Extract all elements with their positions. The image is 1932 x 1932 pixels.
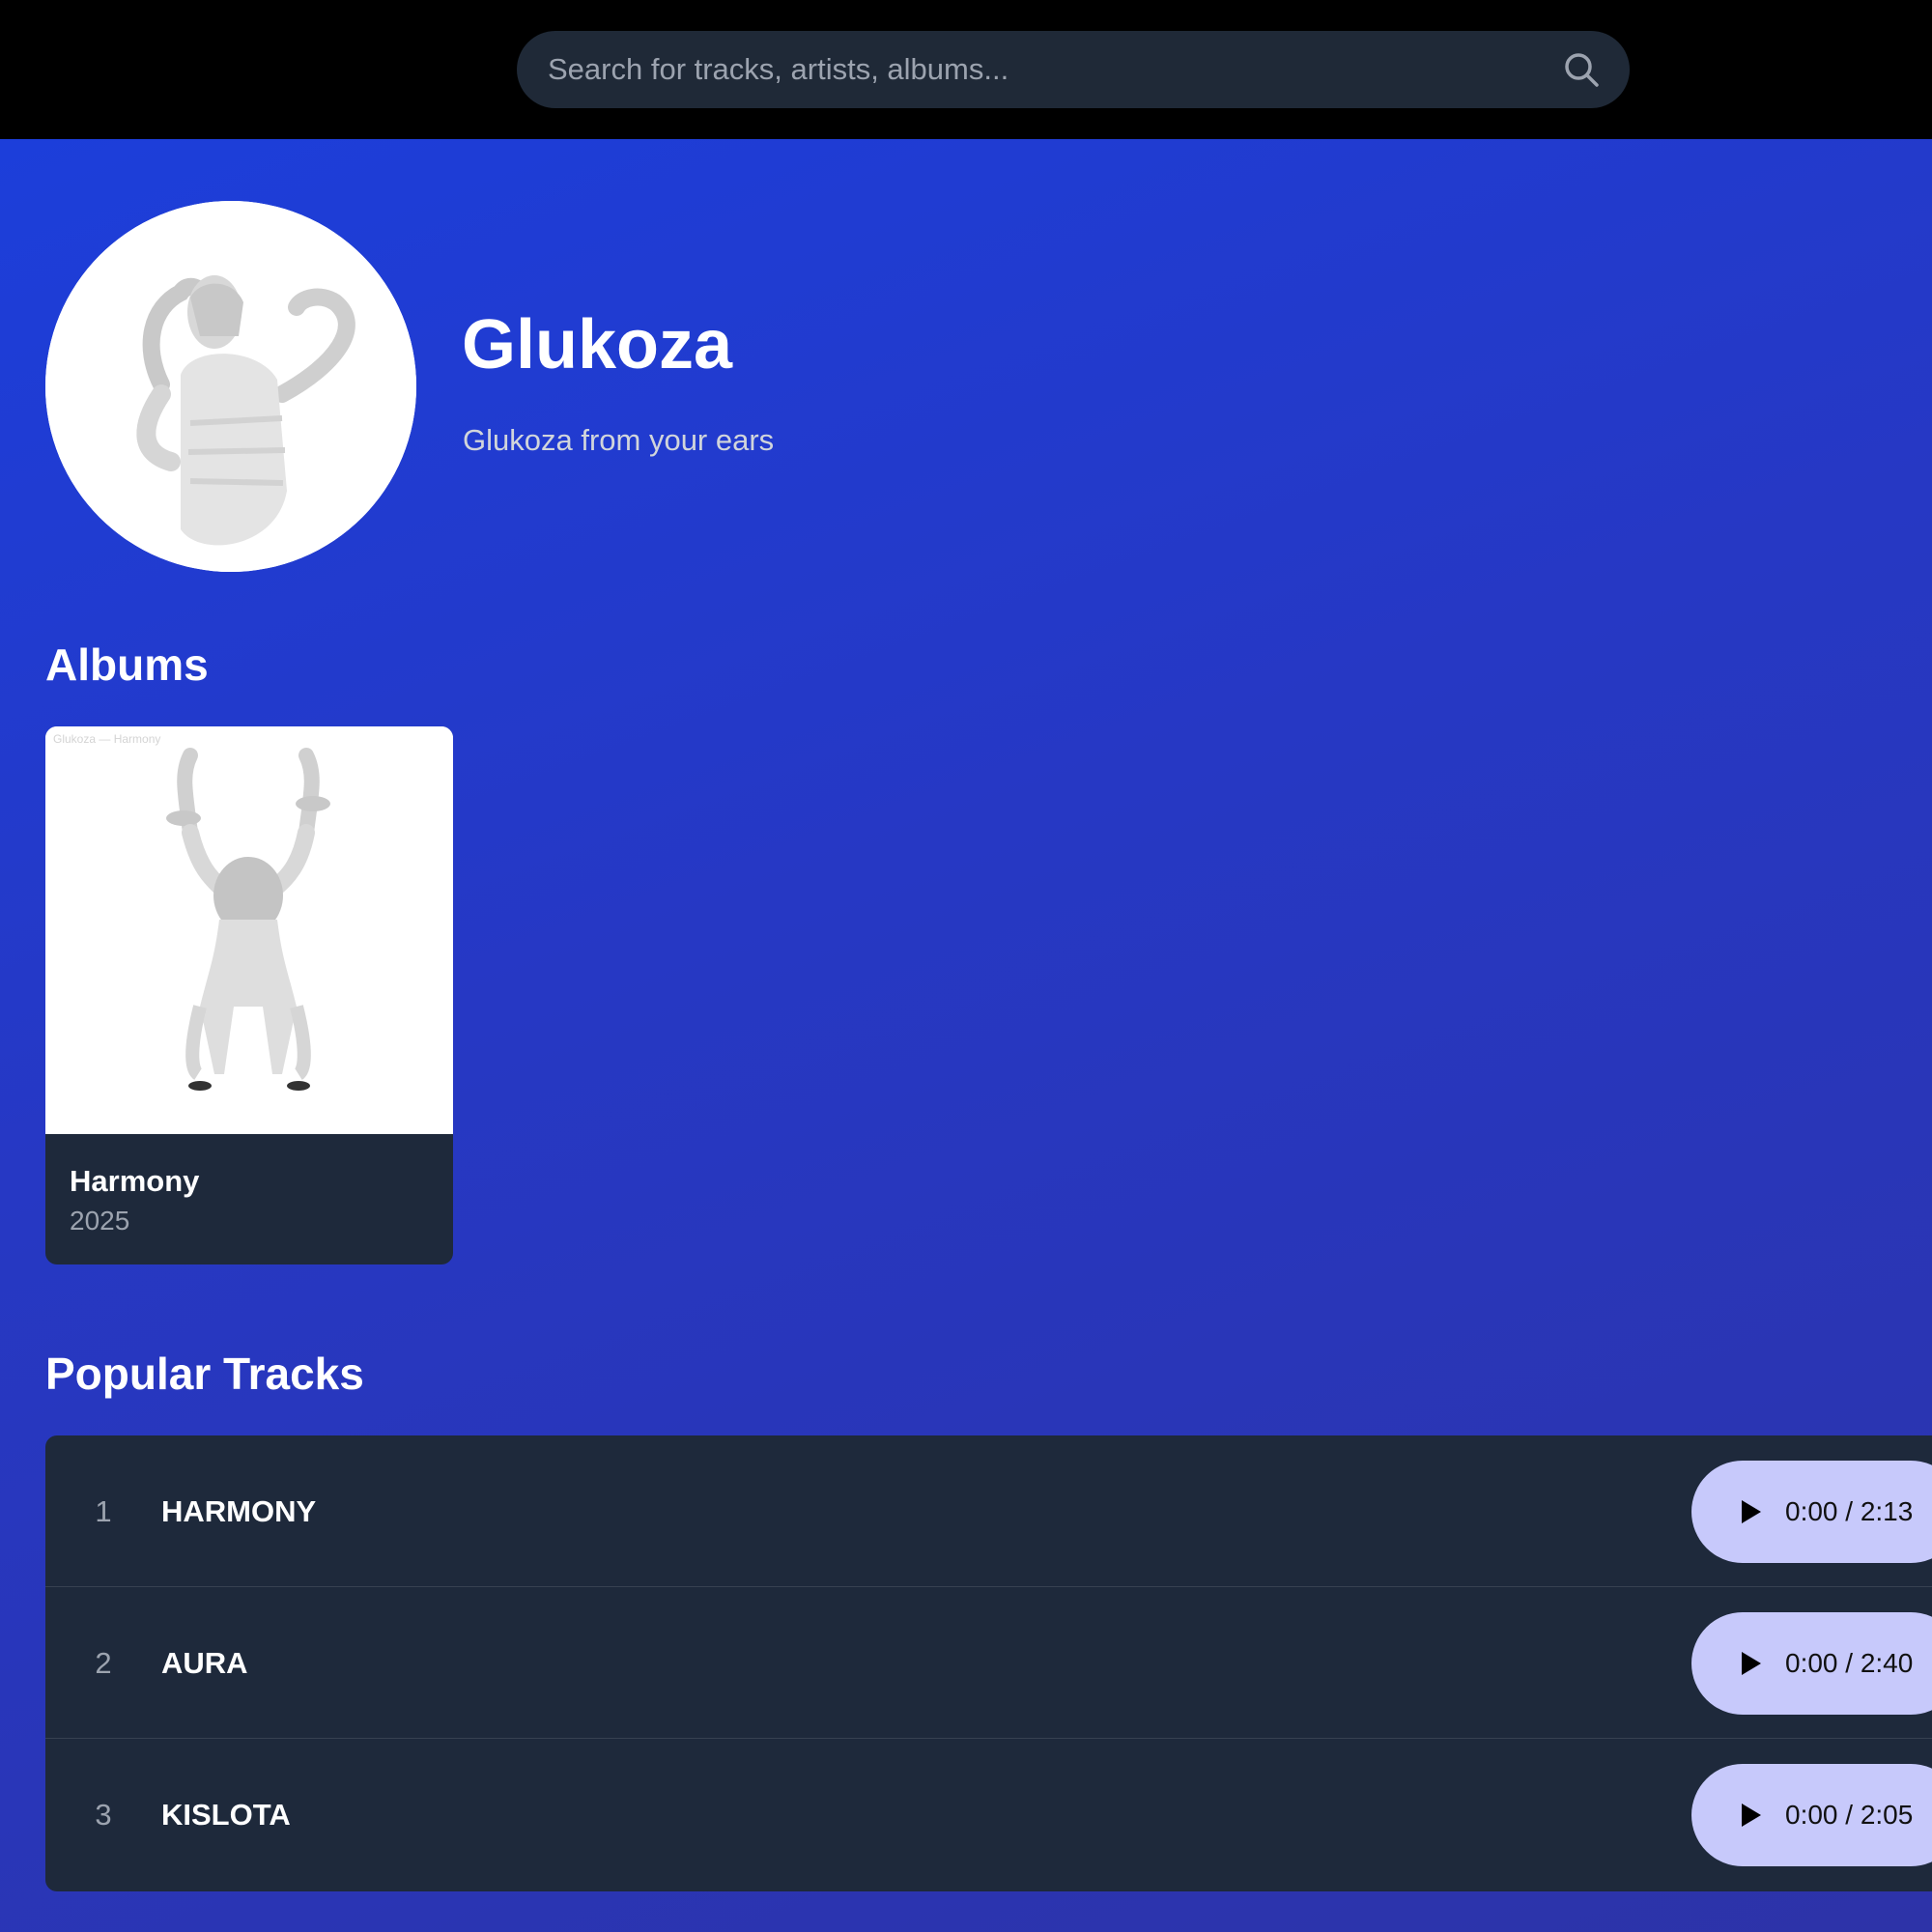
audio-player[interactable]: 0:00 / 2:40 (1691, 1612, 1932, 1715)
album-card[interactable]: Glukoza — Harmony Harmony 2025 (45, 726, 453, 1264)
albums-heading: Albums (45, 639, 209, 690)
track-title: AURA (161, 1646, 248, 1680)
audio-player[interactable]: 0:00 / 2:13 (1691, 1461, 1932, 1563)
player-time: 0:00 / 2:05 (1785, 1800, 1914, 1830)
search-input[interactable] (548, 31, 1533, 108)
track-number: 2 (95, 1646, 112, 1680)
track-title: KISLOTA (161, 1798, 291, 1832)
track-number: 1 (95, 1494, 112, 1528)
search-bar[interactable] (517, 31, 1630, 108)
album-year: 2025 (70, 1206, 130, 1236)
album-cover-art (45, 726, 453, 1134)
artist-photo (45, 201, 416, 572)
track-title: HARMONY (161, 1494, 317, 1528)
track-list: 1 HARMONY 0:00 / 2:13 2 AURA 0:00 / 2:40… (45, 1435, 1932, 1891)
search-icon[interactable] (1562, 50, 1601, 89)
top-bar (0, 0, 1932, 139)
track-row[interactable]: 3 KISLOTA 0:00 / 2:05 (45, 1739, 1932, 1890)
popular-tracks-heading: Popular Tracks (45, 1349, 364, 1399)
track-row[interactable]: 1 HARMONY 0:00 / 2:13 (45, 1435, 1932, 1587)
album-title[interactable]: Harmony (70, 1164, 199, 1199)
play-icon[interactable] (1736, 1801, 1765, 1830)
player-time: 0:00 / 2:40 (1785, 1648, 1914, 1678)
artist-name: Glukoza (462, 306, 733, 384)
player-time: 0:00 / 2:13 (1785, 1496, 1914, 1526)
artist-bio: Glukoza from your ears (463, 423, 775, 457)
play-icon[interactable] (1736, 1497, 1765, 1526)
play-icon[interactable] (1736, 1649, 1765, 1678)
track-row[interactable]: 2 AURA 0:00 / 2:40 (45, 1587, 1932, 1739)
artist-avatar (45, 201, 416, 572)
album-cover: Glukoza — Harmony (45, 726, 453, 1134)
audio-player[interactable]: 0:00 / 2:05 (1691, 1764, 1932, 1866)
track-number: 3 (95, 1798, 112, 1832)
album-cover-text: Glukoza — Harmony (53, 732, 161, 746)
